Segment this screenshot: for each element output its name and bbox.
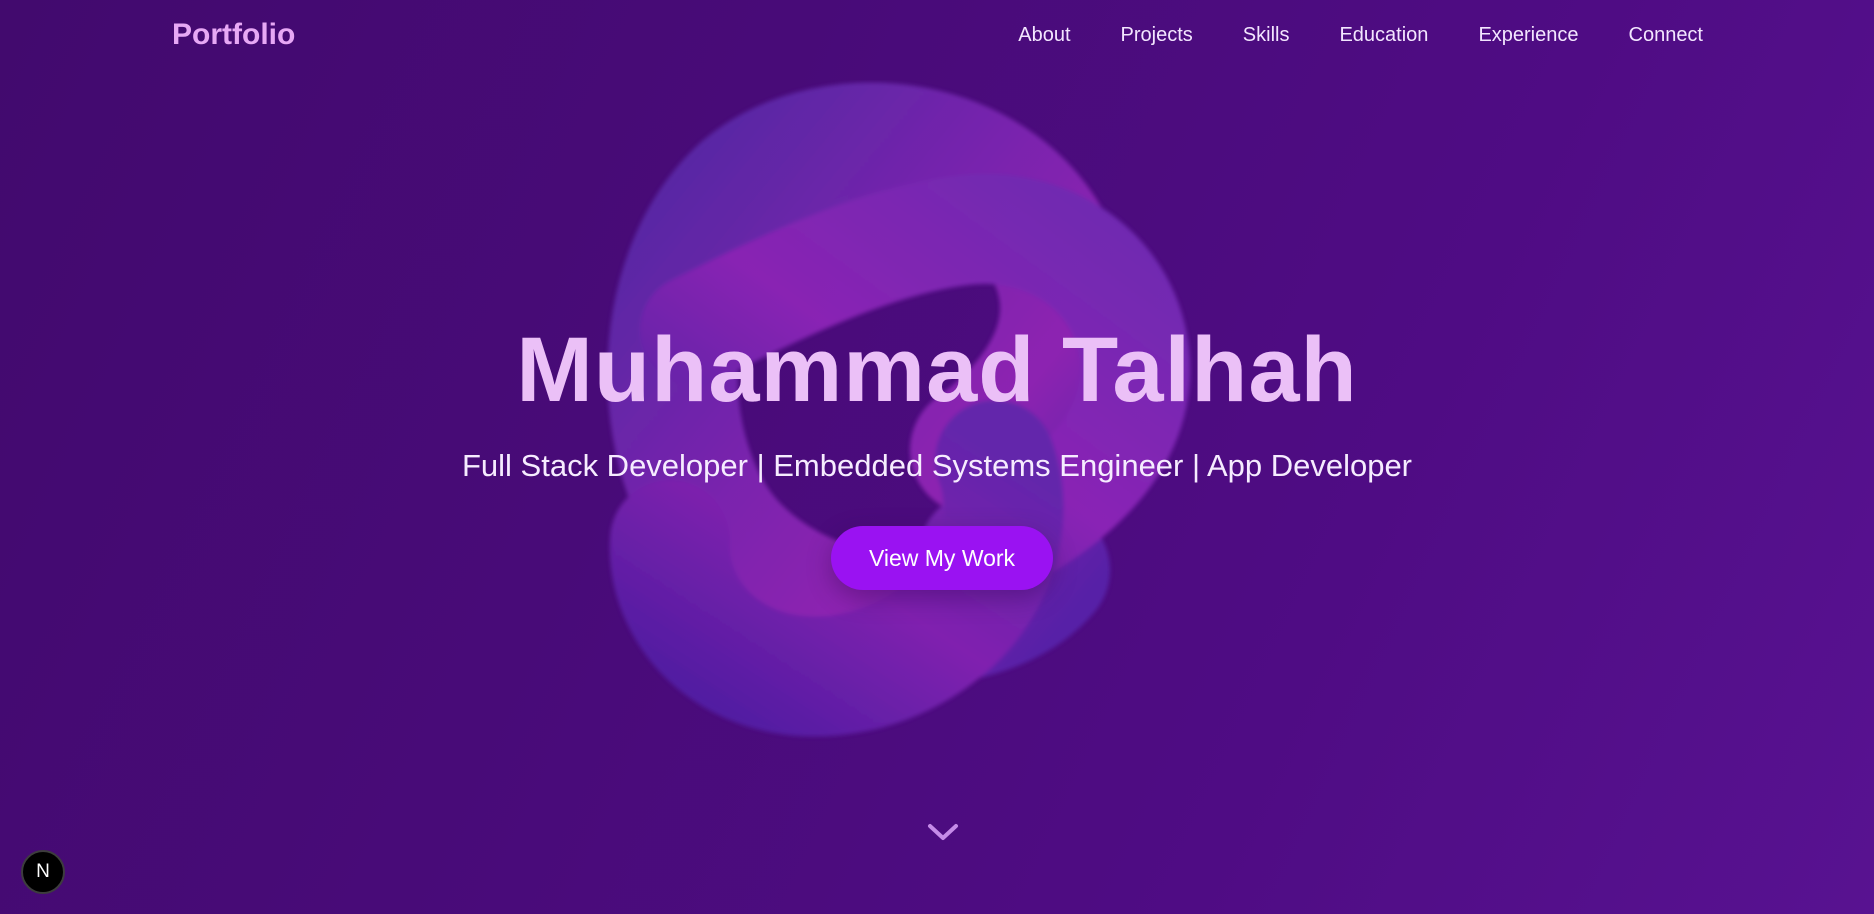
hero-subtitle: Full Stack Developer | Embedded Systems … (461, 448, 1413, 483)
brand-logo-link[interactable]: Portfolio (172, 18, 295, 52)
nextjs-dev-badge[interactable]: N (21, 850, 65, 894)
chevron-down-icon[interactable] (925, 818, 961, 846)
torus-knot-graphic (607, 82, 1191, 737)
nav-link-skills[interactable]: Skills (1243, 24, 1290, 47)
nav-link-connect[interactable]: Connect (1629, 24, 1704, 47)
nextjs-n-icon: N (36, 861, 50, 882)
nav-links: About Projects Skills Education Experien… (1018, 24, 1703, 47)
nav-link-about[interactable]: About (1018, 24, 1070, 47)
navbar: Portfolio About Projects Skills Educatio… (0, 0, 1874, 74)
view-my-work-button[interactable]: View My Work (831, 526, 1053, 590)
nav-link-experience[interactable]: Experience (1478, 24, 1578, 47)
hero-title: Muhammad Talhah (516, 319, 1358, 421)
nav-link-projects[interactable]: Projects (1121, 24, 1193, 47)
nav-link-education[interactable]: Education (1339, 24, 1428, 47)
